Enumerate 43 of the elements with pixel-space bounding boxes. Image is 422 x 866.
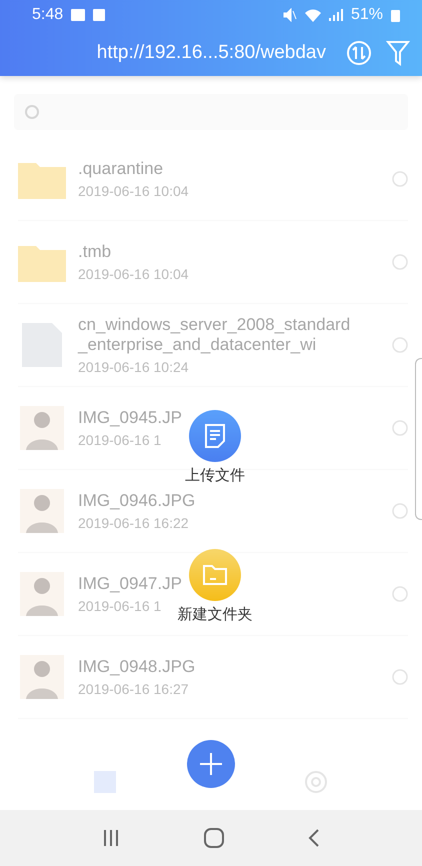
battery-icon [391, 8, 400, 22]
select-circle-icon[interactable] [392, 503, 408, 519]
file-name: IMG_0948.JPG [78, 657, 196, 677]
recent-apps-icon[interactable] [102, 829, 120, 847]
file-name: IMG_0946.JPG [78, 491, 196, 511]
settings-tab-icon[interactable] [304, 770, 328, 794]
file-name: IMG_0945.JP [78, 408, 182, 428]
back-icon[interactable] [308, 829, 320, 847]
file-name: .quarantine [78, 159, 164, 179]
folder-icon [202, 564, 228, 586]
edge-handle[interactable] [415, 358, 422, 520]
signal-icon [328, 8, 343, 22]
file-name: IMG_0947.JP [78, 574, 182, 594]
file-date: 2019-06-16 10:24 [78, 359, 189, 375]
file-date: 2019-06-16 10:04 [78, 183, 189, 199]
files-tab-icon[interactable] [94, 771, 116, 793]
search-field[interactable] [14, 94, 408, 130]
battery-percent: 51% [350, 6, 383, 24]
file-name: cn_windows_server_2008_standard_enterprise_and_datacenter_wi [78, 315, 352, 355]
home-icon[interactable] [204, 828, 224, 848]
status-time: 5:48 [32, 6, 64, 24]
plus-icon [200, 753, 222, 775]
filter-icon[interactable] [386, 40, 410, 66]
search-icon [24, 104, 40, 120]
select-circle-icon[interactable] [392, 254, 408, 270]
select-circle-icon[interactable] [392, 669, 408, 685]
select-circle-icon[interactable] [392, 171, 408, 187]
file-date: 2019-06-16 16:22 [78, 515, 189, 531]
image-icon [71, 9, 86, 21]
wifi-icon [304, 8, 321, 22]
file-date: 2019-06-16 10:04 [78, 266, 189, 282]
select-circle-icon[interactable] [392, 586, 408, 602]
sort-icon[interactable] [346, 40, 372, 66]
select-circle-icon[interactable] [392, 337, 408, 353]
mute-icon [282, 8, 297, 22]
select-circle-icon[interactable] [392, 420, 408, 436]
file-name: .tmb [78, 242, 112, 262]
server-url: http://192.16...5:80/webdav [96, 42, 326, 64]
add-button[interactable] [187, 740, 235, 788]
file-date: 2019-06-16 1 [78, 598, 162, 614]
file-date: 2019-06-16 1 [78, 432, 162, 448]
document-icon [204, 423, 226, 449]
file-date: 2019-06-16 16:27 [78, 681, 189, 697]
